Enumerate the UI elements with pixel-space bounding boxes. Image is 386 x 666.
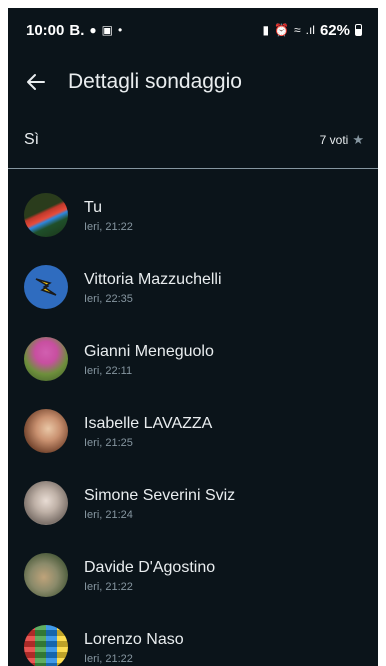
voter-name: Lorenzo Naso: [84, 630, 184, 648]
option-label: Sì: [24, 131, 40, 148]
wifi-icon: ≈: [294, 23, 301, 37]
screen: 10:00 B. ● ▣ • ▮ ⏰ ≈ .ıl 62% Dettagli so…: [8, 8, 378, 666]
avatar: [24, 265, 68, 309]
vote-count-label: 7 voti: [319, 133, 349, 147]
vote-time: Ieri, 21:22: [84, 580, 133, 593]
battery-icon: [355, 24, 362, 36]
voter-name: Davide D'Agostino: [84, 558, 216, 576]
vote-time: Ieri, 21:24: [84, 508, 133, 521]
star-icon: ★: [352, 132, 364, 147]
voter-row[interactable]: Simone Severini Sviz Ieri, 21:24: [8, 467, 378, 539]
lock-icon: ▮: [262, 23, 270, 37]
avatar: [24, 409, 68, 453]
carrier-badge: B.: [69, 21, 85, 39]
voter-list: Tu Ieri, 21:22 Vittoria Mazzuchelli Ieri…: [8, 169, 378, 666]
vote-time: Ieri, 21:25: [84, 436, 133, 449]
clock: 10:00: [26, 21, 65, 39]
app-bar: Dettagli sondaggio: [8, 52, 378, 112]
vote-time: Ieri, 22:11: [84, 364, 133, 377]
signal-icon: .ıl: [305, 23, 315, 37]
page-title: Dettagli sondaggio: [68, 70, 242, 93]
battery-level: 62%: [319, 21, 350, 39]
voter-row[interactable]: Gianni Meneguolo Ieri, 22:11: [8, 323, 378, 395]
voter-name: Isabelle LAVAZZA: [84, 414, 213, 432]
back-arrow-icon[interactable]: [24, 70, 48, 94]
avatar: [24, 337, 68, 381]
avatar: [24, 481, 68, 525]
voter-name: Vittoria Mazzuchelli: [84, 270, 222, 288]
vote-time: Ieri, 22:35: [84, 292, 133, 305]
voter-name: Tu: [84, 198, 103, 216]
poll-option-header: Sì 7 voti ★: [8, 112, 378, 169]
dot-icon: •: [117, 23, 123, 37]
avatar: [24, 553, 68, 597]
image-icon: ▣: [101, 23, 113, 37]
vote-time: Ieri, 21:22: [84, 220, 133, 233]
voter-row[interactable]: Isabelle LAVAZZA Ieri, 21:25: [8, 395, 378, 467]
voter-name: Simone Severini Sviz: [84, 486, 236, 504]
lightning-icon: [35, 278, 57, 296]
notification-icon: ●: [89, 23, 97, 37]
voter-row[interactable]: Vittoria Mazzuchelli Ieri, 22:35: [8, 251, 378, 323]
avatar: [24, 193, 68, 237]
vote-count: 7 voti ★: [320, 132, 364, 148]
avatar: [24, 625, 68, 666]
voter-row[interactable]: Davide D'Agostino Ieri, 21:22: [8, 539, 378, 611]
vote-time: Ieri, 21:22: [84, 652, 133, 665]
status-bar: 10:00 B. ● ▣ • ▮ ⏰ ≈ .ıl 62%: [8, 8, 378, 52]
alarm-icon: ⏰: [274, 23, 290, 37]
voter-row[interactable]: Lorenzo Naso Ieri, 21:22: [8, 611, 378, 666]
voter-row[interactable]: Tu Ieri, 21:22: [8, 179, 378, 251]
voter-name: Gianni Meneguolo: [84, 342, 214, 360]
